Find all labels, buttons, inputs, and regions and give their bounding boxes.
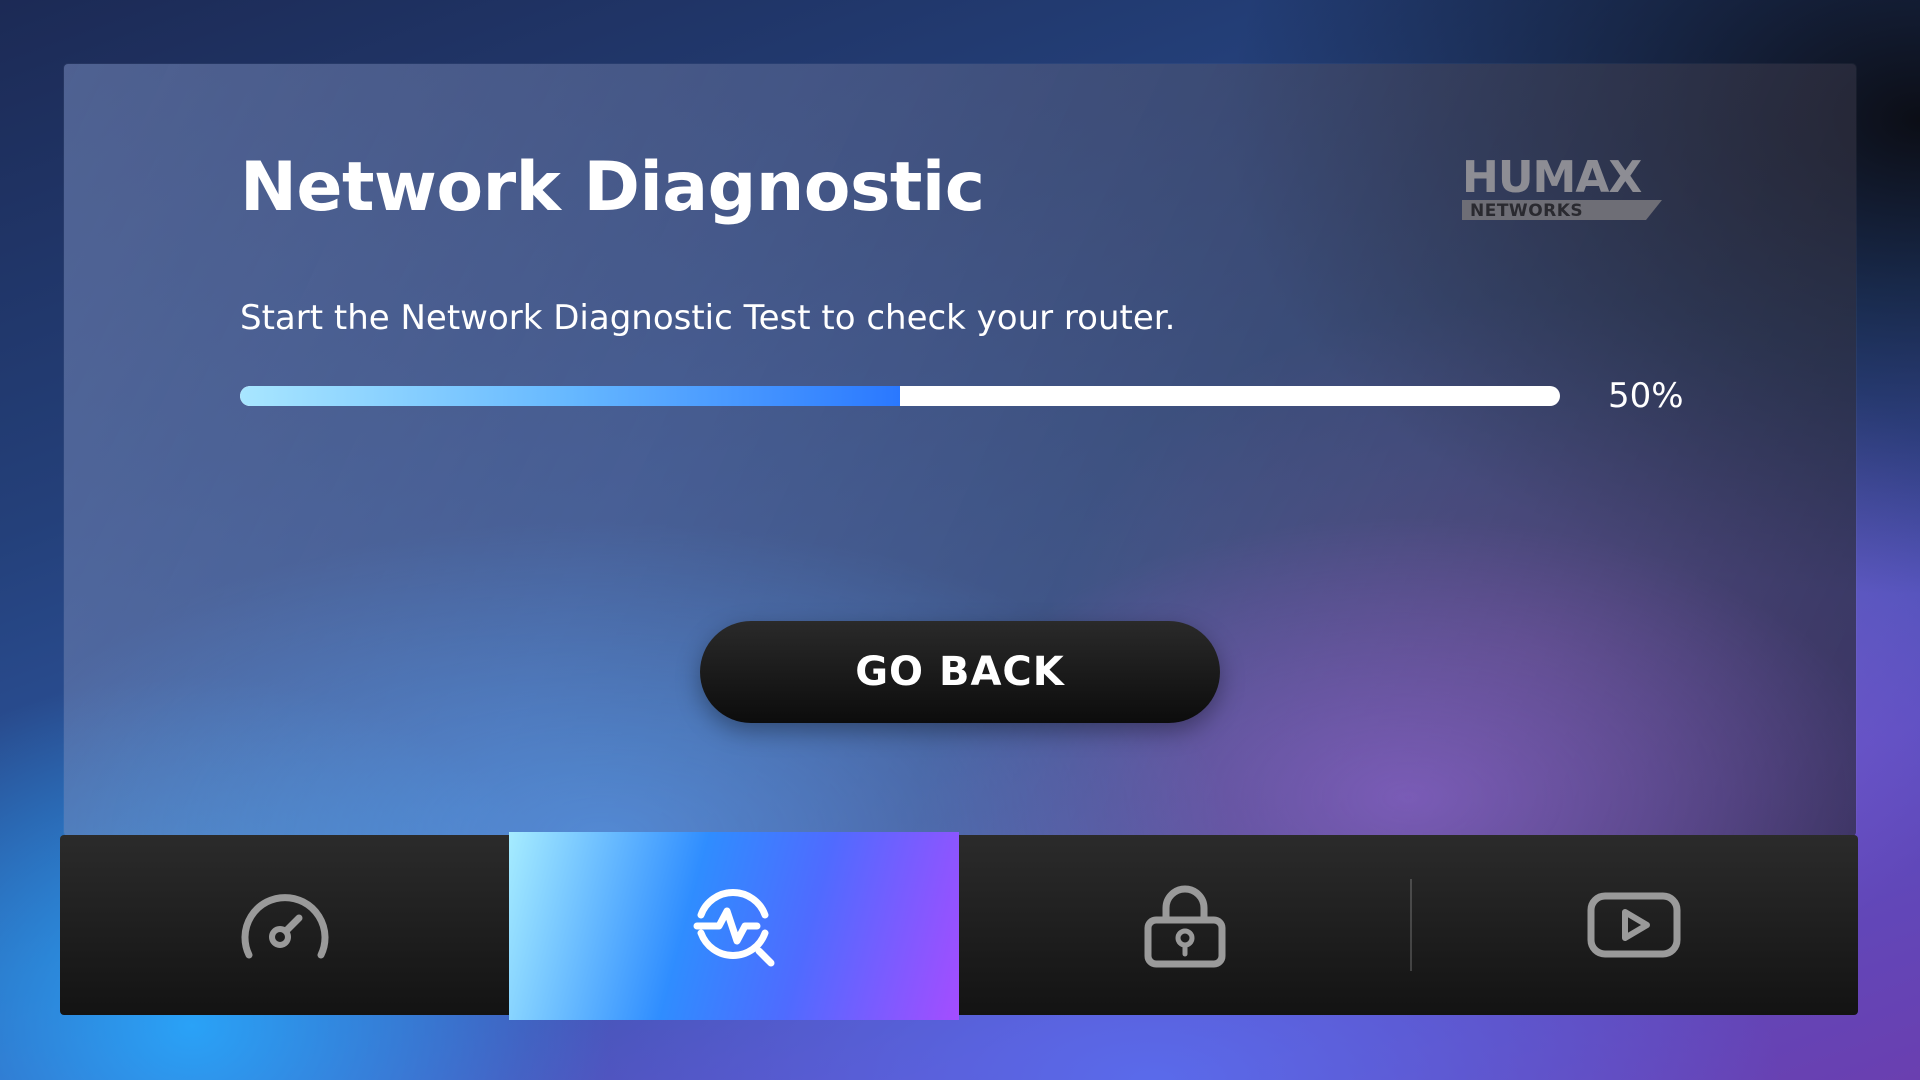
play-video-icon [1587, 890, 1683, 960]
logo-brand-text: HUMAX [1462, 152, 1642, 203]
lock-icon [1140, 880, 1230, 970]
nav-item-speed-test[interactable] [60, 835, 509, 1015]
humax-networks-logo: HUMAX NETWORKS [1460, 150, 1670, 222]
logo-tagline-text: NETWORKS [1470, 201, 1583, 221]
page-title: Network Diagnostic [240, 148, 985, 227]
network-diagnostic-icon [689, 881, 779, 971]
progress-percent: 50% [1608, 376, 1684, 416]
progress-bar [240, 386, 1560, 406]
go-back-button[interactable]: GO BACK [700, 621, 1220, 723]
nav-item-video[interactable] [1412, 835, 1858, 1015]
progress-fill [240, 386, 900, 406]
nav-item-security[interactable] [959, 835, 1410, 1015]
instruction-text: Start the Network Diagnostic Test to che… [240, 298, 1176, 338]
nav-item-network-diagnostic[interactable] [509, 832, 959, 1020]
bottom-nav [60, 832, 1858, 1020]
speedometer-icon [235, 885, 335, 965]
